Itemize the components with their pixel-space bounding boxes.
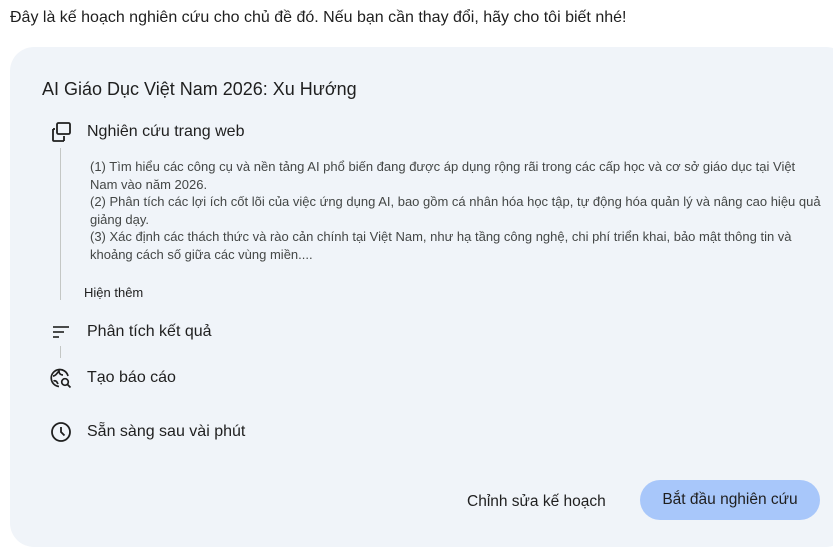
globe-search-icon — [50, 367, 72, 389]
plan-detail-item: (2) Phân tích các lợi ích cốt lõi của vi… — [90, 194, 821, 227]
step-label-ready: Sẵn sàng sau vài phút — [87, 423, 246, 440]
plan-detail-item: (3) Xác định các thách thức và rào cản c… — [90, 229, 792, 262]
plan-detail-item: (1) Tìm hiểu các công cụ và nền tảng AI … — [90, 159, 796, 192]
intro-message: Đây là kế hoạch nghiên cứu cho chủ đề đó… — [10, 9, 627, 26]
show-more-link[interactable]: Hiện thêm — [84, 284, 143, 302]
analysis-lines-icon — [50, 321, 72, 343]
start-research-button[interactable]: Bắt đầu nghiên cứu — [640, 480, 820, 520]
research-plan-card: AI Giáo Dục Việt Nam 2026: Xu Hướng Nghi… — [10, 47, 833, 547]
clock-icon — [50, 421, 72, 443]
edit-plan-button[interactable]: Chỉnh sửa kế hoạch — [457, 482, 616, 522]
web-pages-icon — [50, 121, 72, 143]
timeline-connector — [60, 346, 61, 358]
plan-details: (1) Tìm hiểu các công cụ và nền tảng AI … — [90, 158, 825, 263]
timeline-connector — [60, 148, 61, 300]
plan-title: AI Giáo Dục Việt Nam 2026: Xu Hướng — [42, 79, 357, 99]
step-label-browse-web: Nghiên cứu trang web — [87, 123, 245, 140]
step-label-create-report: Tạo báo cáo — [87, 369, 176, 386]
step-label-analyze: Phân tích kết quả — [87, 323, 212, 340]
